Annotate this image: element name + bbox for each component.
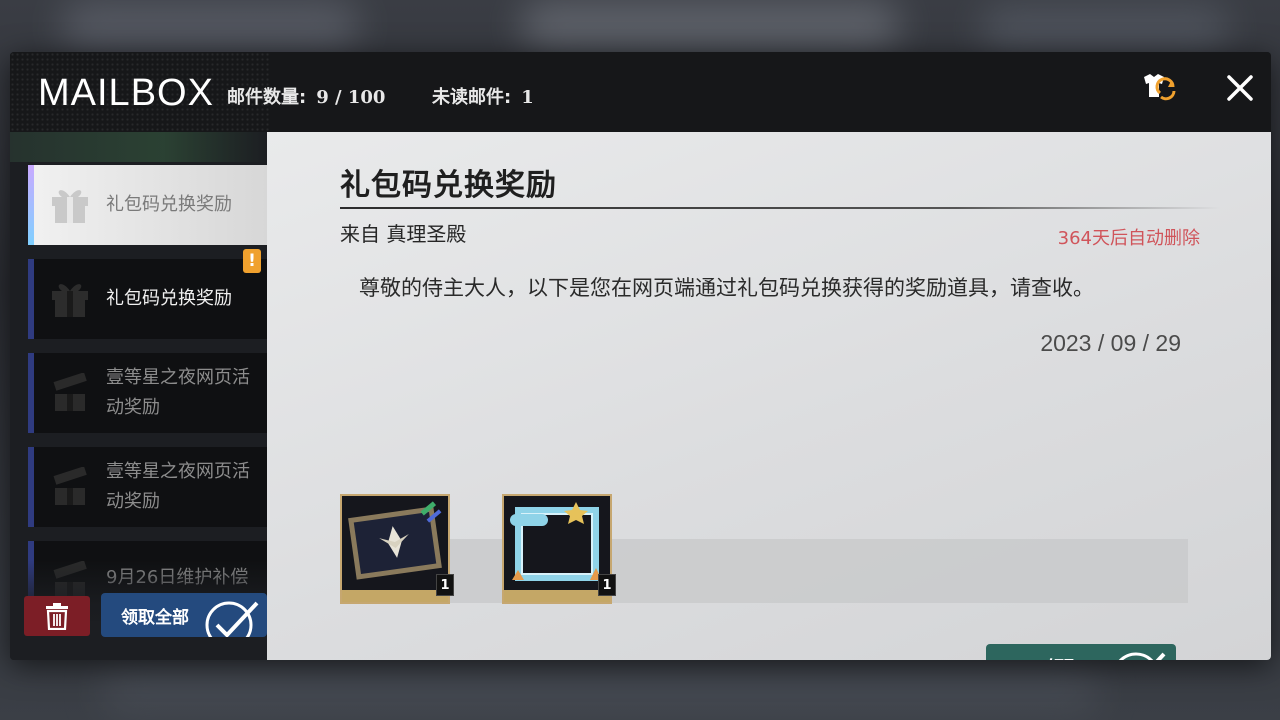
delete-button[interactable] <box>24 596 90 636</box>
mailbox-header: MAILBOX 邮件数量: 9 / 100 未读邮件: 1 <box>10 52 1271 132</box>
background-blob <box>980 5 1230 50</box>
mail-list-sidebar: 礼包码兑换奖励 礼包码兑换奖励 壹等星之夜网页活动奖励 壹等星之夜网页活动奖励 <box>10 132 267 660</box>
mail-count-label: 邮件数量: <box>227 87 307 108</box>
mail-item-label: 壹等星之夜网页活动奖励 <box>106 461 250 512</box>
check-circle-icon <box>1118 652 1166 660</box>
mail-detail: 礼包码兑换奖励 来自 真理圣殿 364天后自动删除 尊敬的侍主大人，以下是您在网… <box>267 132 1271 660</box>
close-icon[interactable] <box>1218 66 1262 110</box>
check-circle-icon <box>205 601 259 637</box>
claim-all-button[interactable]: 领取全部 <box>101 593 267 637</box>
mail-list-item[interactable]: 壹等星之夜网页活动奖励 <box>28 353 267 433</box>
reward-item-base <box>342 590 448 602</box>
reward-item-base <box>504 590 610 602</box>
mail-body: 尊敬的侍主大人，以下是您在网页端通过礼包码兑换获得的奖励道具，请查收。 <box>359 276 1094 300</box>
mail-list-item[interactable]: 礼包码兑换奖励 <box>28 259 267 339</box>
mail-list-item[interactable]: 壹等星之夜网页活动奖励 <box>28 447 267 527</box>
background-blob <box>60 0 360 50</box>
opened-gift-icon <box>53 373 87 411</box>
gift-icon <box>52 284 88 317</box>
mail-title: 礼包码兑换奖励 <box>340 168 557 203</box>
mail-item-label: 礼包码兑换奖励 <box>106 288 232 309</box>
mail-item-label: 壹等星之夜网页活动奖励 <box>106 367 250 418</box>
mailbox-window: MAILBOX 邮件数量: 9 / 100 未读邮件: 1 礼包码兑换奖励 礼包… <box>10 52 1271 660</box>
page-title: MAILBOX <box>38 72 214 114</box>
mail-item-label: 礼包码兑换奖励 <box>106 194 232 215</box>
expire-notice: 364天后自动删除 <box>1057 228 1200 249</box>
mail-item-accent <box>28 259 34 339</box>
unread-count-value: 1 <box>521 87 534 108</box>
reward-band <box>350 539 1188 603</box>
unread-badge: ! <box>243 249 261 273</box>
trash-icon <box>46 603 68 630</box>
unread-count: 未读邮件: 1 <box>432 83 534 109</box>
background-blob <box>100 665 1100 715</box>
claim-label: 领取 <box>1046 654 1082 660</box>
claim-all-label: 领取全部 <box>121 608 189 628</box>
reward-item-card[interactable]: 1 <box>340 494 454 604</box>
mail-item-accent <box>28 353 34 433</box>
reward-quantity: 1 <box>436 574 454 596</box>
mail-item-accent <box>28 165 34 245</box>
reward-quantity: 1 <box>598 574 616 596</box>
card-item-icon <box>342 496 448 590</box>
background-blob <box>520 0 900 50</box>
opened-gift-icon <box>53 467 87 505</box>
title-divider <box>340 207 1220 209</box>
claim-button[interactable]: 领取 <box>986 644 1176 660</box>
mail-date: 2023 / 09 / 29 <box>1040 330 1181 356</box>
unread-count-label: 未读邮件: <box>432 87 512 108</box>
avatar-frame-icon <box>504 496 610 590</box>
mail-sender: 来自 真理圣殿 <box>340 222 467 246</box>
sidebar-decoration <box>10 132 267 162</box>
mail-count-value: 9 / 100 <box>316 87 386 108</box>
mail-count: 邮件数量: 9 / 100 <box>227 83 385 109</box>
gift-icon <box>52 190 88 223</box>
reward-item-frame[interactable]: 1 <box>502 494 616 604</box>
mail-list-item[interactable]: 礼包码兑换奖励 <box>28 165 267 245</box>
mail-item-accent <box>28 447 34 527</box>
outfit-swap-icon[interactable] <box>1136 66 1180 110</box>
